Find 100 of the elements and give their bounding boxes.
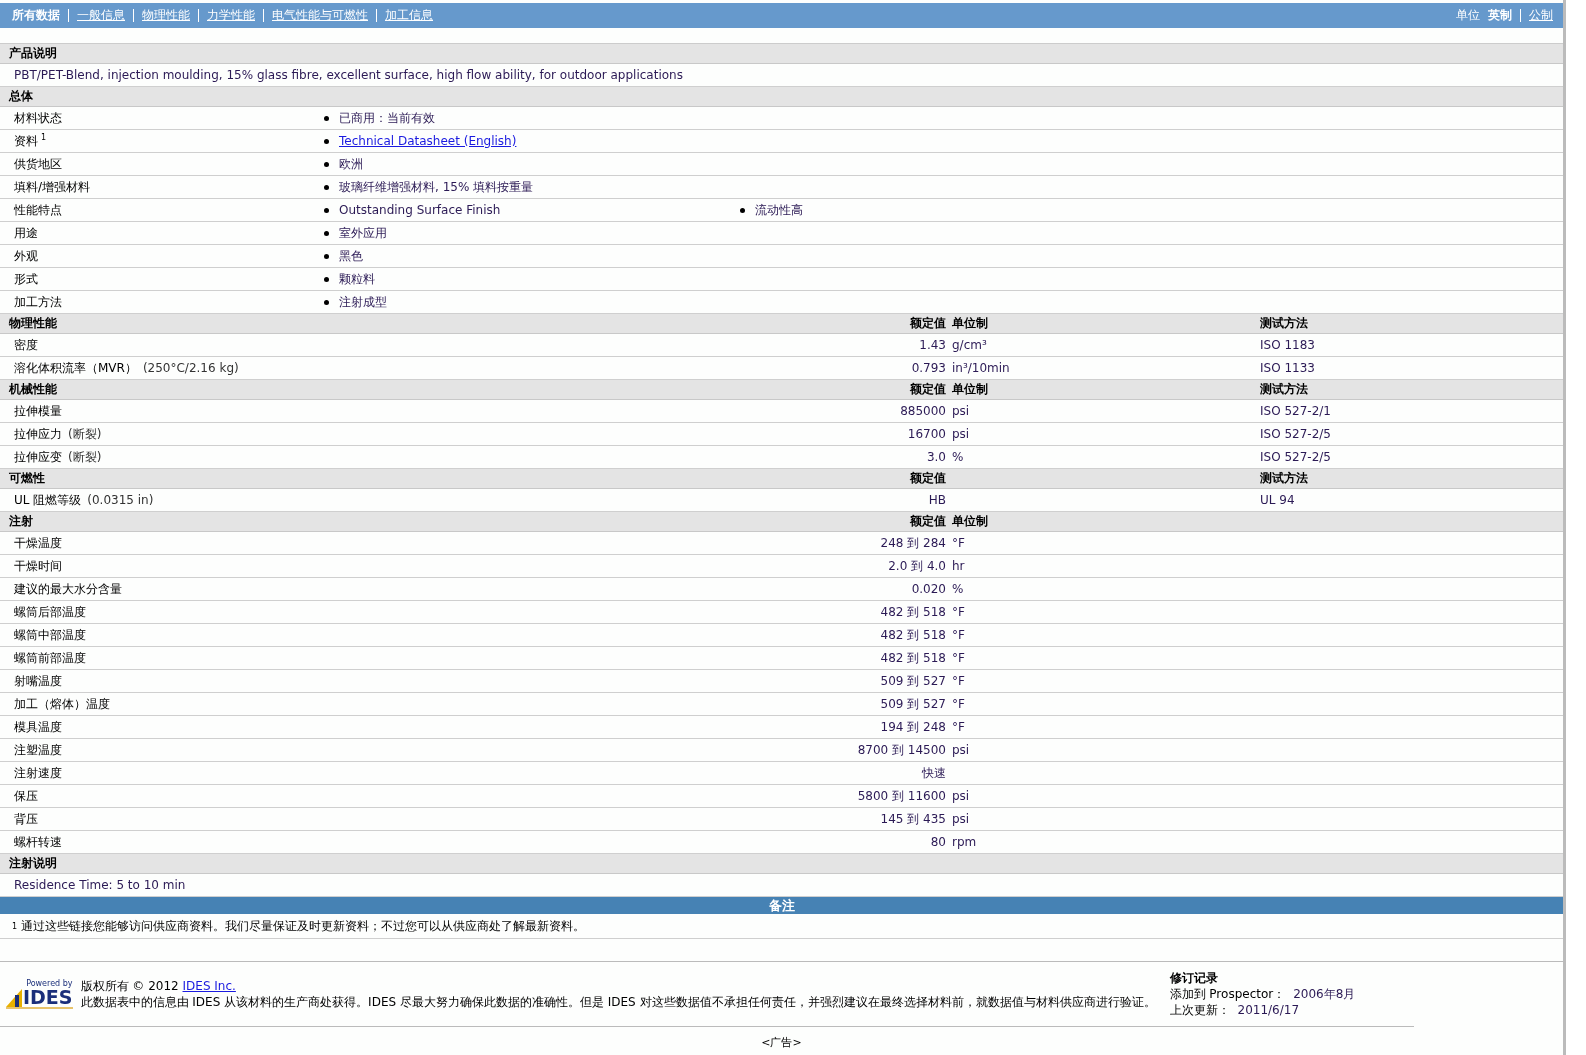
property-value: 482 到 518 bbox=[880, 604, 946, 619]
property-label: 用途 bbox=[13, 224, 39, 242]
section-title: 注射说明 bbox=[8, 855, 57, 872]
column-heading: 额定值 bbox=[910, 382, 946, 396]
unit-text: psi bbox=[952, 789, 970, 803]
property-label: 拉伸应变 bbox=[14, 448, 62, 466]
property-label: 供货地区 bbox=[13, 155, 63, 173]
unit-text: rpm bbox=[952, 835, 977, 849]
test-method: ISO 1133 bbox=[1260, 361, 1315, 375]
property-label: 螺筒中部温度 bbox=[14, 626, 86, 644]
bullet-icon bbox=[324, 115, 329, 121]
property-value: 509 到 527 bbox=[880, 696, 946, 711]
property-value: 黑色 bbox=[339, 247, 363, 265]
test-method: ISO 527-2/5 bbox=[1260, 427, 1331, 441]
property-label: 加工（熔体）温度 bbox=[14, 695, 110, 713]
property-value: 248 到 284 bbox=[880, 535, 946, 550]
property-value: 颗粒料 bbox=[339, 270, 375, 288]
test-method: ISO 527-2/1 bbox=[1260, 404, 1331, 418]
ad-label: <广告> bbox=[761, 1034, 802, 1050]
property-label: 形式 bbox=[13, 270, 39, 288]
property-label: 加工方法 bbox=[13, 293, 63, 311]
unit-text: °F bbox=[952, 674, 965, 688]
property-value: 玻璃纤维增强材料, 15% 填料按重量 bbox=[339, 178, 534, 196]
test-condition: (250°C/2.16 kg) bbox=[142, 361, 239, 375]
property-label: 拉伸应力 bbox=[14, 425, 62, 443]
nav-tab[interactable]: 电气性能与可燃性 bbox=[272, 7, 368, 24]
property-label: 背压 bbox=[14, 810, 38, 828]
unit-text: psi bbox=[952, 427, 970, 441]
test-method: UL 94 bbox=[1260, 493, 1295, 507]
property-value: HB bbox=[928, 493, 946, 507]
property-label: 外观 bbox=[13, 247, 39, 265]
column-heading: 测试方法 bbox=[1260, 316, 1308, 330]
nav-tab[interactable]: 所有数据 bbox=[12, 7, 60, 24]
property-value: 1.43 bbox=[919, 338, 946, 352]
property-value: 145 到 435 bbox=[880, 811, 946, 826]
nav-tab[interactable]: 一般信息 bbox=[77, 7, 125, 24]
company-link[interactable]: IDES Inc. bbox=[182, 979, 236, 993]
footnote-text: 通过这些链接您能够访问供应商资料。我们尽量保证及时更新资料；不过您可以从供应商处了解最新资料。 bbox=[21, 917, 586, 935]
bullet-icon bbox=[740, 207, 745, 213]
property-value: 快速 bbox=[922, 765, 946, 780]
unit-text: psi bbox=[952, 812, 970, 826]
unit-text: °F bbox=[952, 628, 965, 642]
column-heading: 测试方法 bbox=[1260, 471, 1308, 485]
property-label: 射嘴温度 bbox=[14, 672, 62, 690]
unit-option[interactable]: 英制 bbox=[1488, 7, 1512, 24]
section-title: 产品说明 bbox=[8, 45, 57, 62]
property-label: 资料 $^{1}$ bbox=[13, 132, 48, 150]
unit-text: psi bbox=[952, 404, 970, 418]
bullet-icon bbox=[324, 138, 329, 144]
property-label: 性能特点 bbox=[13, 201, 63, 219]
property-value: 0.793 bbox=[911, 361, 946, 375]
test-method: ISO 1183 bbox=[1260, 338, 1315, 352]
revision-label: 上次更新： bbox=[1169, 1003, 1230, 1017]
property-label: 建议的最大水分含量 bbox=[14, 580, 122, 598]
unit-option[interactable]: 公制 bbox=[1529, 7, 1553, 24]
nav-tab[interactable]: 物理性能 bbox=[142, 7, 190, 24]
unit-text: °F bbox=[952, 720, 965, 734]
property-value: Outstanding Surface Finish bbox=[339, 203, 501, 217]
property-label: 填料/增强材料 bbox=[13, 178, 92, 196]
property-value: 注射成型 bbox=[339, 293, 387, 311]
property-label: 螺筒前部温度 bbox=[14, 649, 86, 667]
property-label: 螺杆转速 bbox=[14, 833, 62, 851]
section-title: 机械性能 bbox=[8, 381, 58, 398]
unit-text: °F bbox=[952, 651, 965, 665]
property-value: 509 到 527 bbox=[880, 673, 946, 688]
test-condition: (0.0315 in) bbox=[87, 493, 154, 507]
property-label: 保压 bbox=[14, 787, 38, 805]
property-value: 0.020 bbox=[911, 582, 946, 596]
column-heading: 单位制 bbox=[952, 316, 988, 330]
property-value: 482 到 518 bbox=[880, 627, 946, 642]
section-title: 物理性能 bbox=[8, 315, 58, 332]
unit-text: °F bbox=[952, 697, 965, 711]
property-label: 螺筒后部温度 bbox=[14, 603, 86, 621]
datasheet-link[interactable]: Technical Datasheet (English) bbox=[339, 134, 517, 148]
revision-label: 添加到 Prospector： bbox=[1169, 987, 1286, 1001]
property-value: 流动性高 bbox=[755, 201, 803, 219]
property-label: 注射速度 bbox=[14, 764, 62, 782]
copyright-text: 版权所有 © 2012 bbox=[80, 979, 179, 993]
revision-date: 2011/6/17 bbox=[1237, 1003, 1300, 1017]
revision-title: 修订记录 bbox=[1169, 970, 1219, 986]
property-value: 482 到 518 bbox=[880, 650, 946, 665]
footnote-mark: 1 bbox=[12, 921, 18, 931]
property-label: 材料状态 bbox=[13, 109, 63, 127]
nav-tab[interactable]: 力学性能 bbox=[207, 7, 255, 24]
section-title: 可燃性 bbox=[8, 470, 46, 487]
ides-logo: Powered by IDES bbox=[6, 979, 73, 1009]
nav-tab[interactable]: 加工信息 bbox=[385, 7, 433, 24]
bullet-icon bbox=[324, 253, 329, 259]
description-text: PBT/PET-Blend, injection moulding, 15% glass fibre, excellent surface, high flow ability, for outdoor applications bbox=[13, 68, 683, 82]
property-value: 欧洲 bbox=[339, 155, 363, 173]
bullet-icon bbox=[324, 230, 329, 236]
property-value: 16700 bbox=[907, 427, 946, 441]
property-label: 溶化体积流率（MVR） bbox=[14, 359, 137, 377]
unit-text: hr bbox=[952, 559, 965, 573]
property-label: 注塑温度 bbox=[14, 741, 62, 759]
unit-text: in³/10min bbox=[952, 361, 1010, 375]
unit-text: psi bbox=[952, 743, 970, 757]
bullet-icon bbox=[324, 184, 329, 190]
units-label: 单位 bbox=[1456, 7, 1480, 24]
column-heading: 单位制 bbox=[952, 514, 988, 528]
